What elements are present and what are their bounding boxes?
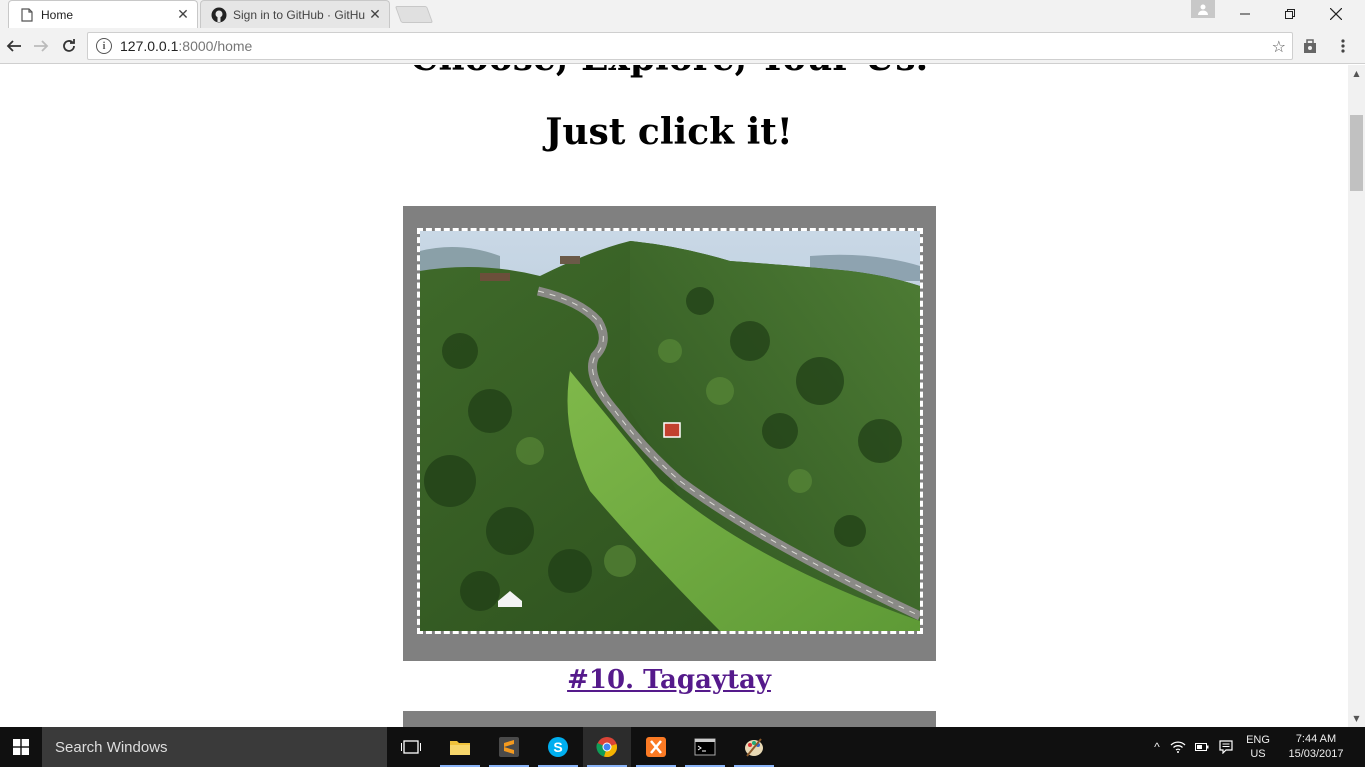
- paint-icon[interactable]: [730, 727, 778, 767]
- scroll-down-arrow-icon[interactable]: ▼: [1348, 710, 1365, 727]
- close-tab-icon[interactable]: ✕: [367, 7, 383, 23]
- back-arrow-icon[interactable]: [2, 34, 26, 58]
- destination-link[interactable]: #10. Tagaytay: [0, 665, 1338, 695]
- battery-icon[interactable]: [1190, 742, 1214, 752]
- minimize-button[interactable]: [1222, 0, 1267, 28]
- task-view-icon[interactable]: [387, 727, 435, 767]
- page-viewport: Choose, Explore, Your Us. Just click it!: [0, 65, 1348, 727]
- new-tab-button[interactable]: [394, 6, 434, 23]
- github-icon: [211, 7, 227, 23]
- page-scrollbar[interactable]: ▲ ▼: [1348, 65, 1365, 727]
- destination-card[interactable]: [403, 206, 936, 661]
- command-prompt-icon[interactable]: [681, 727, 729, 767]
- reload-icon[interactable]: [57, 34, 81, 58]
- scroll-thumb[interactable]: [1350, 115, 1363, 191]
- taskbar-search-box[interactable]: Search Windows: [42, 727, 387, 767]
- browser-toolbar: i 127.0.0.1:8000/home ☆: [0, 28, 1365, 64]
- profile-icon[interactable]: [1191, 0, 1215, 18]
- sublime-text-icon[interactable]: [485, 727, 533, 767]
- clock-time: 7:44 AM: [1295, 733, 1337, 745]
- skype-icon[interactable]: S: [534, 727, 582, 767]
- bookmark-star-icon[interactable]: ☆: [1272, 37, 1286, 56]
- windows-taskbar: Search Windows S ^ ENG US 7:44 AM 15/03/…: [0, 727, 1365, 767]
- page-icon: [19, 7, 35, 23]
- tab-github[interactable]: Sign in to GitHub · GitHu ✕: [200, 0, 390, 28]
- close-tab-icon[interactable]: ✕: [175, 7, 191, 23]
- xampp-icon[interactable]: [632, 727, 680, 767]
- info-icon[interactable]: i: [96, 38, 112, 54]
- search-placeholder: Search Windows: [55, 738, 168, 756]
- tab-title: Home: [41, 7, 74, 22]
- page-heading: Just click it!: [545, 111, 793, 153]
- extension-icon[interactable]: [1300, 36, 1320, 56]
- svg-text:S: S: [553, 739, 562, 755]
- notification-icon[interactable]: [1214, 740, 1238, 754]
- clock[interactable]: 7:44 AM 15/03/2017: [1276, 727, 1356, 767]
- next-destination-card[interactable]: [403, 711, 936, 727]
- wifi-icon[interactable]: [1166, 741, 1190, 753]
- restore-button[interactable]: [1267, 0, 1312, 28]
- language-indicator[interactable]: ENG US: [1238, 733, 1278, 761]
- scroll-up-arrow-icon[interactable]: ▲: [1348, 65, 1365, 82]
- close-window-button[interactable]: [1313, 0, 1358, 28]
- menu-icon[interactable]: [1333, 36, 1353, 56]
- system-tray: ^ ENG US: [1148, 727, 1278, 767]
- tab-title: Sign in to GitHub · GitHu: [233, 7, 366, 22]
- forward-arrow-icon[interactable]: [29, 34, 53, 58]
- address-bar[interactable]: i 127.0.0.1:8000/home ☆: [87, 32, 1293, 60]
- windows-start-icon[interactable]: [0, 727, 42, 767]
- tab-home[interactable]: Home ✕: [8, 0, 198, 28]
- tab-strip: Home ✕ Sign in to GitHub · GitHu ✕: [0, 0, 1365, 28]
- url-text: 127.0.0.1:8000/home: [120, 38, 253, 54]
- tagaytay-photo[interactable]: [417, 228, 923, 634]
- clock-date: 15/03/2017: [1288, 748, 1344, 760]
- chevron-up-icon[interactable]: ^: [1148, 740, 1166, 754]
- chrome-icon[interactable]: [583, 727, 631, 767]
- page-heading-top: Choose, Explore, Your Us.: [0, 65, 1338, 79]
- file-explorer-icon[interactable]: [436, 727, 484, 767]
